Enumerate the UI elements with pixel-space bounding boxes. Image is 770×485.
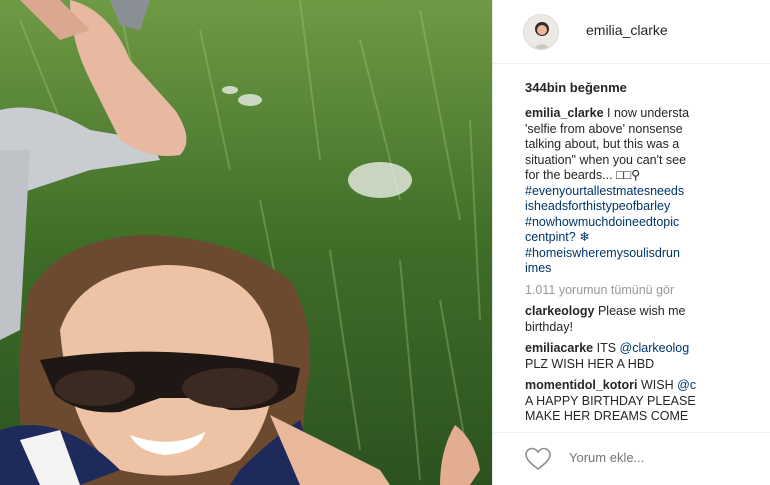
hashtag-line-6[interactable]: imes — [525, 261, 770, 277]
comment-username[interactable]: emiliacarke — [525, 341, 593, 355]
profile-avatar[interactable] — [523, 14, 559, 50]
add-comment-input[interactable] — [569, 450, 749, 465]
comment-text: WISH — [641, 378, 674, 392]
caption-text-5: for the beards... □□⚲ — [525, 168, 641, 182]
comment-text-continued: PLZ WISH HER A HBD — [525, 356, 655, 371]
selfie-image — [0, 0, 492, 485]
instagram-post: emilia_clarke 344bin beğenme emilia_clar… — [0, 0, 770, 485]
comment-text: Please wish me — [597, 304, 686, 318]
hashtag-line-5[interactable]: #homeiswheremysoulisdrun — [525, 246, 770, 262]
caption-text-4: situation" when you can't see — [525, 152, 687, 167]
comments-section: emilia_clarke I now understa 'selfie fro… — [525, 106, 770, 426]
caption-username[interactable]: emilia_clarke — [525, 106, 604, 120]
hashtag-line-4[interactable]: centpint? ❄ — [525, 230, 770, 246]
caption-text-2: 'selfie from above' nonsense — [525, 121, 683, 136]
hashtag-line-1[interactable]: #evenyourtallestmatesneeds — [525, 184, 770, 200]
comment-text-continued: A HAPPY BIRTHDAY PLEASE — [525, 393, 696, 408]
post-header: emilia_clarke — [493, 0, 770, 64]
view-all-comments-link[interactable]: 1.011 yorumun tümünü gör — [525, 283, 770, 299]
comment-item: clarkeology Please wish me birthday! — [525, 304, 770, 335]
comment-emoji: ❤ — [525, 425, 770, 427]
caption: emilia_clarke I now understa 'selfie fro… — [525, 106, 770, 277]
comment-item: momentidol_kotori WISH @c A HAPPY BIRTHD… — [525, 378, 770, 426]
post-author-username[interactable]: emilia_clarke — [586, 22, 668, 38]
comment-mention[interactable]: @c — [677, 378, 696, 392]
comment-item: emiliacarke ITS @clarkeolog PLZ WISH HER… — [525, 341, 770, 372]
comment-username[interactable]: momentidol_kotori — [525, 378, 638, 392]
comment-text-continued: birthday! — [525, 319, 573, 334]
caption-text-3: talking about, but this was a — [525, 137, 680, 151]
caption-line-1: emilia_clarke I now understa — [525, 106, 770, 122]
comment-text: ITS — [596, 341, 617, 355]
comment-bar — [493, 432, 770, 485]
post-photo[interactable] — [0, 0, 492, 485]
comment-username[interactable]: clarkeology — [525, 304, 594, 318]
comment-text-continued: MAKE HER DREAMS COME — [525, 409, 689, 423]
like-count[interactable]: 344bin beğenme — [525, 80, 627, 95]
avatar-icon — [524, 15, 558, 49]
hashtag-line-3[interactable]: #nowhowmuchdoineedtopic — [525, 215, 770, 231]
heart-icon[interactable] — [525, 447, 551, 471]
hashtag-line-2[interactable]: isheadsforthistypeofbarley — [525, 199, 770, 215]
caption-text-1: I now understa — [607, 106, 690, 120]
comment-mention[interactable]: @clarkeolog — [620, 341, 690, 355]
post-side-panel: emilia_clarke 344bin beğenme emilia_clar… — [492, 0, 770, 485]
